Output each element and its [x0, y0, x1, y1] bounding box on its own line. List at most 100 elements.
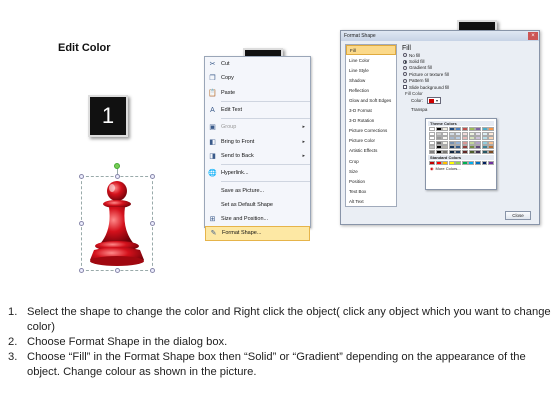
color-swatch[interactable]: [481, 131, 488, 136]
color-swatch[interactable]: [448, 136, 455, 141]
dialog-nav-glow-and-soft-edges[interactable]: Glow and Soft Edges: [346, 95, 396, 105]
resize-handle[interactable]: [150, 221, 155, 226]
color-swatch[interactable]: [455, 140, 462, 145]
dialog-nav-position[interactable]: Position: [346, 176, 396, 186]
dialog-nav-shadow[interactable]: Shadow: [346, 75, 396, 85]
color-swatch[interactable]: [481, 136, 488, 141]
color-swatch[interactable]: [488, 127, 495, 131]
color-swatch[interactable]: [461, 136, 468, 141]
menu-item-bring-to-front[interactable]: ◧ Bring to Front ▸: [205, 134, 310, 148]
color-swatch[interactable]: [468, 127, 475, 131]
color-swatch[interactable]: [488, 160, 495, 165]
slide-background-checkbox[interactable]: Slide background fill: [403, 84, 537, 90]
color-swatch[interactable]: [455, 127, 462, 131]
color-swatch[interactable]: [488, 140, 495, 145]
menu-item-edit-text[interactable]: A Edit Text: [205, 103, 310, 117]
color-swatch[interactable]: [468, 160, 475, 165]
color-swatch[interactable]: [475, 127, 482, 131]
resize-handle[interactable]: [150, 268, 155, 273]
menu-item-cut[interactable]: ✂ Cut: [205, 57, 310, 71]
color-swatch[interactable]: [429, 160, 435, 165]
color-swatch[interactable]: [435, 140, 442, 145]
color-swatch[interactable]: [448, 160, 455, 165]
color-swatch[interactable]: [475, 145, 482, 150]
color-swatch[interactable]: [488, 136, 495, 141]
menu-item-hyperlink[interactable]: 🌐 Hyperlink...: [205, 166, 310, 180]
color-swatch[interactable]: [461, 160, 468, 165]
color-swatch[interactable]: [468, 145, 475, 150]
color-swatch[interactable]: [475, 131, 482, 136]
color-swatch[interactable]: [429, 140, 435, 145]
color-swatch[interactable]: [435, 136, 442, 141]
color-swatch[interactable]: [481, 160, 488, 165]
color-swatch[interactable]: [488, 149, 495, 154]
dialog-nav-3-d-rotation[interactable]: 3-D Rotation: [346, 116, 396, 126]
color-swatch[interactable]: [488, 131, 495, 136]
color-swatch[interactable]: [468, 149, 475, 154]
dialog-nav-size[interactable]: Size: [346, 166, 396, 176]
color-swatch[interactable]: [475, 149, 482, 154]
menu-item-send-to-back[interactable]: ◨ Send to Back ▸: [205, 149, 310, 163]
color-swatch[interactable]: [481, 149, 488, 154]
resize-handle[interactable]: [115, 174, 120, 179]
color-swatch[interactable]: [488, 145, 495, 150]
close-button[interactable]: Close: [505, 211, 531, 220]
color-swatch[interactable]: [455, 136, 462, 141]
color-swatch[interactable]: [448, 131, 455, 136]
menu-item-save-as-picture[interactable]: Save as Picture...: [205, 183, 310, 197]
menu-item-paste[interactable]: 📋 Paste: [205, 86, 310, 100]
color-swatch[interactable]: [455, 160, 462, 165]
color-swatch[interactable]: [435, 160, 442, 165]
dialog-nav-fill[interactable]: Fill: [346, 45, 396, 56]
color-swatch[interactable]: [475, 136, 482, 141]
rotation-handle[interactable]: [114, 163, 120, 169]
color-swatch[interactable]: [429, 145, 435, 150]
color-swatch[interactable]: [435, 145, 442, 150]
color-swatch[interactable]: [481, 145, 488, 150]
red-pawn-shape[interactable]: [86, 180, 148, 270]
dialog-nav-picture-corrections[interactable]: Picture Corrections: [346, 126, 396, 136]
color-swatch[interactable]: [455, 145, 462, 150]
menu-item-copy[interactable]: ❐ Copy: [205, 71, 310, 85]
color-swatch[interactable]: [455, 149, 462, 154]
color-swatch[interactable]: [442, 140, 449, 145]
color-swatch[interactable]: [435, 127, 442, 131]
color-swatch[interactable]: [455, 131, 462, 136]
dialog-nav-crop[interactable]: Crop: [346, 156, 396, 166]
color-picker-button[interactable]: ▾: [427, 97, 442, 105]
color-swatch[interactable]: [468, 140, 475, 145]
color-swatch[interactable]: [429, 131, 435, 136]
resize-handle[interactable]: [150, 174, 155, 179]
color-swatch[interactable]: [442, 145, 449, 150]
dialog-nav-text-box[interactable]: Text Box: [346, 186, 396, 196]
color-swatch[interactable]: [461, 140, 468, 145]
menu-item-size-and-position[interactable]: ⊞ Size and Position...: [205, 212, 310, 226]
close-icon[interactable]: ×: [528, 32, 538, 40]
color-swatch[interactable]: [481, 140, 488, 145]
color-swatch[interactable]: [448, 145, 455, 150]
color-swatch[interactable]: [474, 160, 481, 165]
color-swatch[interactable]: [442, 131, 449, 136]
dialog-nav-line-style[interactable]: Line Style: [346, 65, 396, 75]
color-swatch[interactable]: [429, 127, 435, 131]
more-colors-option[interactable]: ◉ More Colors...: [428, 166, 494, 171]
color-swatch[interactable]: [435, 131, 442, 136]
color-swatch[interactable]: [448, 140, 455, 145]
resize-handle[interactable]: [79, 268, 84, 273]
color-swatch[interactable]: [448, 127, 455, 131]
color-swatch[interactable]: [442, 127, 449, 131]
color-swatch[interactable]: [481, 127, 488, 131]
color-swatch[interactable]: [475, 140, 482, 145]
color-swatch[interactable]: [468, 131, 475, 136]
color-swatch[interactable]: [448, 149, 455, 154]
color-swatch[interactable]: [461, 131, 468, 136]
dialog-nav-line-color[interactable]: Line Color: [346, 55, 396, 65]
color-swatch[interactable]: [461, 149, 468, 154]
dialog-nav-3-d-format[interactable]: 3-D Format: [346, 106, 396, 116]
dialog-nav-artistic-effects[interactable]: Artistic Effects: [346, 146, 396, 156]
color-swatch[interactable]: [442, 149, 449, 154]
color-swatch[interactable]: [429, 149, 435, 154]
color-swatch[interactable]: [461, 127, 468, 131]
color-swatch[interactable]: [468, 136, 475, 141]
color-swatch[interactable]: [435, 149, 442, 154]
